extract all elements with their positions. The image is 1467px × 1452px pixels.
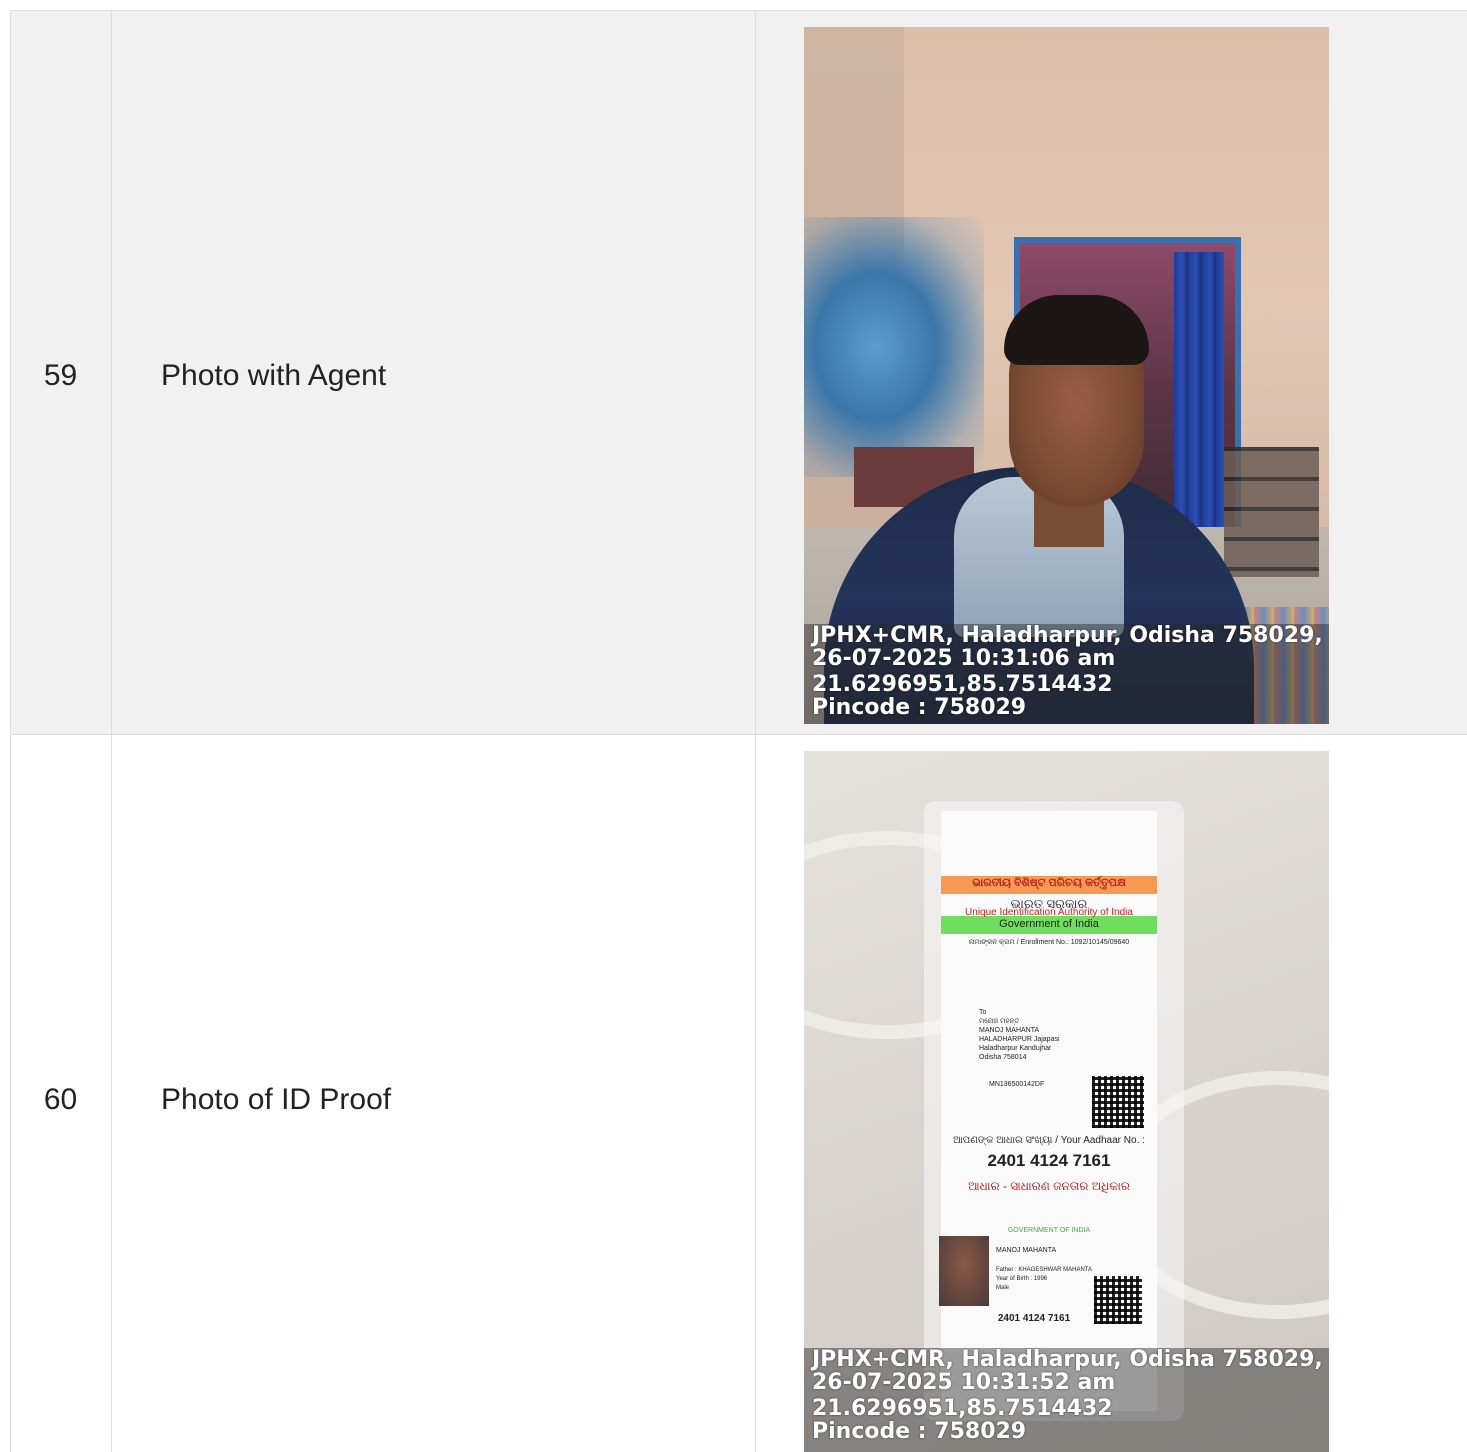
id-proof-photo: ଭାରତୀୟ ବିଶିଷ୍ଟ ପରିଚୟ କର୍ତ୍ତୃପକ୍ଷ ଭାରତ ସର… — [804, 751, 1329, 1452]
table-row: 60 Photo of ID Proof ଭାରତୀୟ ବିଶିଷ୍ଟ ପରିଚ… — [10, 735, 1467, 1452]
photo-mural — [804, 217, 984, 477]
row-divider — [10, 734, 1467, 735]
card-ref: MN136500142DF — [989, 1081, 1045, 1088]
card-tagline: ଆଧାର - ସାଧାରଣ ଜନତାର ଅଧିକାର — [968, 1179, 1130, 1193]
card-your-number-label: ଆପଣଙ୍କ ଆଧାର ସଂଖ୍ୟା / Your Aadhaar No. : — [953, 1135, 1145, 1146]
card-authority: Unique Identification Authority of India — [965, 907, 1133, 918]
person-hair — [1004, 295, 1149, 365]
geo-coordinates: 21.6296951,85.7514432 — [812, 1396, 1113, 1421]
table-border-left — [10, 10, 11, 1452]
card-government: Government of India — [999, 918, 1099, 930]
card-address-line: Haladharpur Kandujhar — [979, 1045, 1052, 1052]
card-photo — [939, 1236, 989, 1306]
card-aadhaar-number: 2401 4124 7161 — [987, 1151, 1111, 1170]
photo-shoe-rack — [1224, 447, 1319, 577]
row-label: Photo of ID Proof — [161, 1083, 392, 1116]
card-enrolment: ନାମାଙ୍କନ କ୍ରମ / Enrollment No.: 1092/101… — [968, 939, 1130, 946]
card-address-line: HALADHARPUR Jajapasi — [979, 1036, 1060, 1043]
geo-stamp-overlay: JPHX+CMR, Haladharpur, Odisha 758029, In… — [804, 1348, 1329, 1452]
card-number-small: 2401 4124 7161 — [997, 1313, 1071, 1324]
card-to: To — [979, 1009, 987, 1016]
geo-coordinates: 21.6296951,85.7514432 — [812, 672, 1113, 697]
geo-pincode: Pincode : 758029 — [812, 1419, 1027, 1444]
table-row: 59 Photo with Agent JPHX+CMR, Haladharpu… — [10, 10, 1467, 734]
card-name-odia: ମନୋଜ ମହନ୍ତ — [979, 1018, 1020, 1025]
agent-photo: JPHX+CMR, Haladharpur, Odisha 758029, In… — [804, 27, 1329, 724]
qr-code-small — [1094, 1276, 1142, 1324]
geo-datetime: 26-07-2025 10:31:52 am — [812, 1370, 1116, 1395]
row-label: Photo with Agent — [161, 359, 387, 392]
row-number: 60 — [43, 1083, 78, 1116]
geo-datetime: 26-07-2025 10:31:06 am — [812, 646, 1116, 671]
geo-stamp-overlay: JPHX+CMR, Haladharpur, Odisha 758029, In… — [804, 624, 1329, 724]
card-gov-small: GOVERNMENT OF INDIA — [1007, 1227, 1091, 1234]
geo-address: JPHX+CMR, Haladharpur, Odisha 758029, In… — [812, 1348, 1329, 1372]
geo-pincode: Pincode : 758029 — [812, 695, 1027, 720]
card-name: MANOJ MAHANTA — [979, 1027, 1040, 1034]
column-divider — [755, 10, 756, 1452]
row-number: 59 — [43, 359, 78, 392]
card-father: Father : KHAGESHWAR MAHANTA — [996, 1267, 1093, 1273]
column-divider — [111, 10, 112, 1452]
photo-curtain — [1174, 252, 1224, 552]
table-border-top — [10, 10, 1467, 11]
card-address-line: Odisha 758014 — [979, 1054, 1027, 1061]
geo-address: JPHX+CMR, Haladharpur, Odisha 758029, In… — [812, 624, 1329, 648]
card-name-small: MANOJ MAHANTA — [996, 1247, 1057, 1254]
qr-code — [1092, 1076, 1144, 1128]
card-authority-odia: ଭାରତୀୟ ବିଶିଷ୍ଟ ପରିଚୟ କର୍ତ୍ତୃପକ୍ଷ — [972, 877, 1126, 889]
evidence-table: 59 Photo with Agent JPHX+CMR, Haladharpu… — [10, 10, 1467, 1452]
